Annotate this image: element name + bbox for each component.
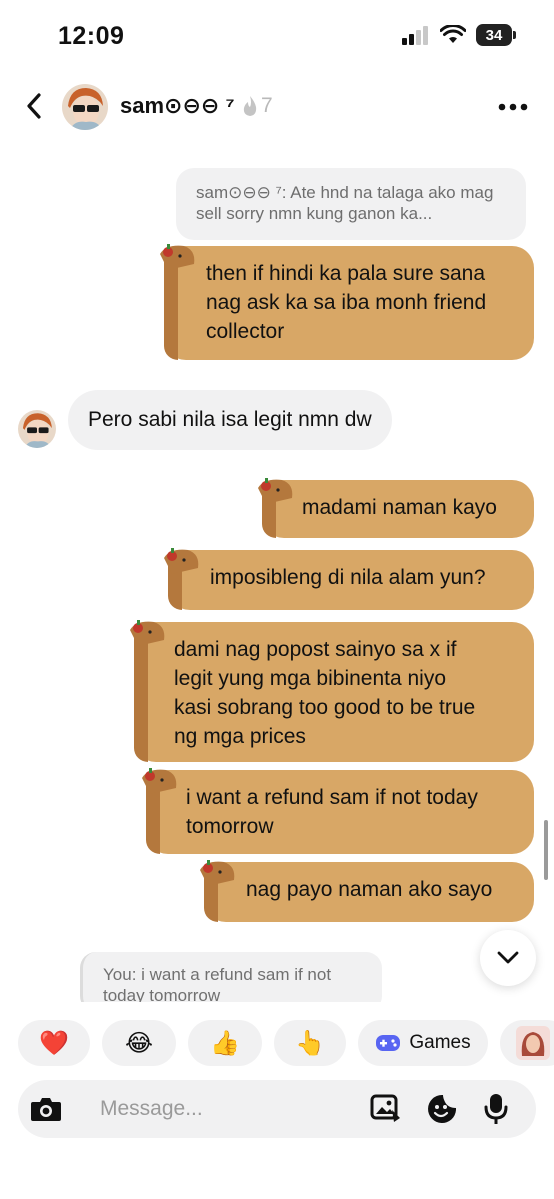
message-composer xyxy=(18,1080,536,1138)
capybara-sticker-icon xyxy=(142,768,177,794)
sender-avatar[interactable] xyxy=(18,410,56,448)
capybara-sticker-icon xyxy=(258,478,293,504)
back-button[interactable] xyxy=(18,90,50,122)
capybara-sticker-icon xyxy=(130,620,165,646)
quoted-reply[interactable]: You: i want a refund sam if not today to… xyxy=(80,952,382,1002)
received-message[interactable]: Pero sabi nila isa legit nmn dw xyxy=(68,390,392,450)
camera-icon xyxy=(31,1098,61,1121)
streak-badge: 7 xyxy=(242,94,273,118)
heart-reaction-button[interactable]: ❤️ xyxy=(18,1020,90,1066)
message-line: i want a refund sam if not today xyxy=(186,786,478,809)
message-line: collector xyxy=(206,320,285,343)
message-line: legit yung mga bibinenta niyo xyxy=(174,667,447,690)
capybara-sticker-icon xyxy=(200,860,235,886)
sticker-button[interactable] xyxy=(426,1093,458,1125)
image-icon xyxy=(370,1094,400,1122)
chat-header: sam⊙⊖⊖ ⁷ 7 xyxy=(0,78,554,136)
sent-message[interactable]: then if hindi ka pala sure sana nag ask … xyxy=(160,244,534,360)
avatar-image xyxy=(62,84,108,130)
message-text: madami naman kayo xyxy=(302,496,497,519)
sticker-thumbnail-icon xyxy=(516,1026,550,1060)
message-list[interactable]: sam⊙⊖⊖ ⁷: Ate hnd na talaga ako mag sell… xyxy=(0,140,554,1002)
cellular-signal-icon xyxy=(402,26,428,45)
laugh-reaction-button[interactable]: 😂 xyxy=(102,1020,176,1066)
microphone-icon xyxy=(484,1094,508,1124)
message-line: then if hindi ka pala sure sana xyxy=(206,262,486,285)
status-icons: 34 xyxy=(402,24,516,46)
scrollbar[interactable] xyxy=(544,820,548,880)
microphone-button[interactable] xyxy=(480,1093,512,1125)
sent-message[interactable]: dami nag popost sainyo sa x if legit yun… xyxy=(130,620,534,762)
sent-message[interactable]: nag payo naman ako sayo xyxy=(200,860,534,922)
message-line: tomorrow xyxy=(186,815,274,838)
gamepad-icon xyxy=(376,1035,401,1051)
status-time: 12:09 xyxy=(58,22,125,50)
capybara-sticker-icon xyxy=(160,244,195,270)
games-button[interactable]: Games xyxy=(358,1020,488,1066)
sticker-icon xyxy=(428,1095,456,1123)
point-up-reaction-button[interactable]: 👆 xyxy=(274,1020,346,1066)
status-bar: 12:09 34 xyxy=(0,0,554,70)
scroll-to-bottom-button[interactable] xyxy=(480,930,536,986)
gif-sticker-button[interactable] xyxy=(500,1020,554,1066)
chevron-down-icon xyxy=(497,951,519,964)
more-dots-icon xyxy=(498,103,528,111)
sent-message[interactable]: i want a refund sam if not today tomorro… xyxy=(142,768,534,854)
games-label: Games xyxy=(409,1032,471,1053)
battery-icon: 34 xyxy=(476,24,516,46)
message-line: ng mga prices xyxy=(174,725,306,748)
streak-count: 7 xyxy=(261,94,273,117)
camera-button[interactable] xyxy=(24,1088,68,1130)
contact-name[interactable]: sam⊙⊖⊖ ⁷ xyxy=(120,93,235,119)
message-line: dami nag popost sainyo sa x if xyxy=(174,638,457,661)
message-text: nag payo naman ako sayo xyxy=(246,878,493,901)
message-line: nag ask ka sa iba monh friend xyxy=(206,291,487,314)
flame-icon xyxy=(243,96,257,116)
battery-level: 34 xyxy=(476,24,512,46)
more-options-button[interactable] xyxy=(496,92,530,122)
contact-avatar[interactable] xyxy=(62,84,108,130)
thumbs-up-reaction-button[interactable]: 👍 xyxy=(188,1020,262,1066)
quoted-reply[interactable]: sam⊙⊖⊖ ⁷: Ate hnd na talaga ako mag sell… xyxy=(176,168,526,240)
capybara-sticker-icon xyxy=(164,548,199,574)
message-line: kasi sobrang too good to be true xyxy=(174,696,476,719)
sent-message[interactable]: madami naman kayo xyxy=(258,478,534,538)
sent-message[interactable]: imposibleng di nila alam yun? xyxy=(164,548,534,610)
avatar-image xyxy=(18,410,56,448)
gallery-button[interactable] xyxy=(370,1093,402,1125)
chevron-left-icon xyxy=(27,93,41,119)
wifi-icon xyxy=(440,25,466,43)
message-text: imposibleng di nila alam yun? xyxy=(210,566,486,589)
quick-reactions-bar: ❤️ 😂 👍 👆 Games xyxy=(0,1020,554,1066)
message-input[interactable] xyxy=(100,1092,350,1126)
